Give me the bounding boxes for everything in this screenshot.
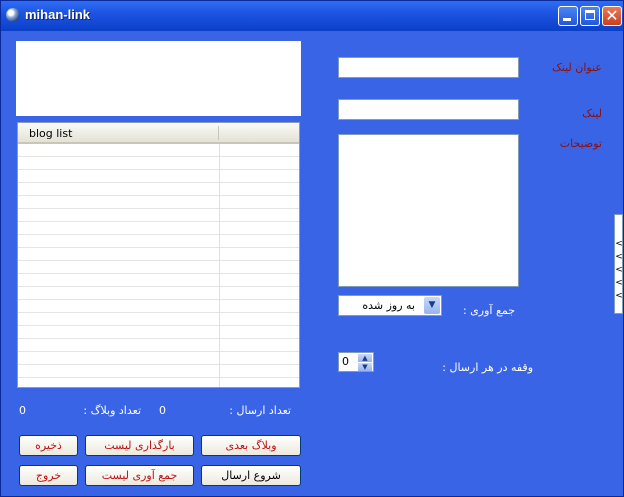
blog-count-value: 0 — [19, 404, 26, 417]
spin-up-icon[interactable]: ▲ — [358, 354, 372, 362]
close-icon: ✕ — [605, 6, 619, 25]
spin-down-icon[interactable]: ▼ — [358, 363, 372, 371]
app-window: mihan-link ✕ blog list عنوان لینک لینک ت… — [0, 0, 624, 497]
minimize-icon — [563, 18, 571, 21]
app-globe-icon — [6, 8, 20, 22]
link-input[interactable] — [338, 99, 519, 120]
collect-selected-value: به روز شده — [362, 299, 415, 312]
side-collapse-tab[interactable]: < < < < < — [614, 214, 623, 314]
save-button[interactable]: ذخیره — [19, 435, 78, 456]
load-list-button[interactable]: بارگذاری لیست — [85, 435, 194, 456]
delay-value[interactable]: 0 — [342, 355, 349, 368]
link-title-label: عنوان لینک — [551, 61, 602, 74]
start-send-button[interactable]: شروع ارسال — [201, 465, 301, 486]
minimize-button[interactable] — [558, 6, 578, 26]
chevron-down-icon[interactable]: ▼ — [424, 297, 440, 314]
chevron-left-icon: < — [615, 291, 623, 301]
description-label: توضیحات — [559, 137, 602, 150]
blog-list[interactable]: blog list — [17, 122, 300, 388]
column-header-blog-list[interactable]: blog list — [29, 127, 72, 140]
sent-value: 0 — [159, 404, 166, 417]
collect-label: جمع آوری : — [462, 304, 515, 317]
next-blog-button[interactable]: وبلاگ بعدی — [201, 435, 301, 456]
blog-list-body[interactable] — [18, 144, 299, 387]
maximize-button[interactable] — [580, 6, 600, 26]
blog-list-header[interactable]: blog list — [18, 123, 299, 144]
window-title: mihan-link — [25, 7, 91, 22]
title-bar[interactable]: mihan-link ✕ — [1, 1, 623, 31]
column-gridline — [219, 144, 220, 387]
close-button[interactable]: ✕ — [602, 6, 622, 26]
chevron-left-icon: < — [615, 239, 623, 249]
description-textarea[interactable] — [338, 134, 519, 287]
chevron-left-icon: < — [615, 252, 623, 262]
link-title-input[interactable] — [338, 57, 519, 78]
maximize-icon — [585, 10, 595, 20]
chevron-left-icon: < — [615, 265, 623, 275]
column-divider[interactable] — [218, 126, 219, 140]
chevron-left-icon: < — [615, 278, 623, 288]
collect-list-button[interactable]: جمع آوری لیست — [85, 465, 194, 486]
blog-count-label: تعداد وبلاگ : — [83, 404, 141, 417]
link-label: لینک — [582, 107, 602, 120]
collect-select[interactable]: به روز شده ▼ — [338, 295, 442, 316]
delay-label: وقفه در هر ارسال : — [442, 361, 533, 374]
sent-label: تعداد ارسال : — [229, 404, 291, 417]
exit-button[interactable]: خروج — [19, 465, 78, 486]
log-panel — [16, 41, 301, 116]
delay-stepper[interactable]: 0 ▲ ▼ — [338, 352, 374, 372]
